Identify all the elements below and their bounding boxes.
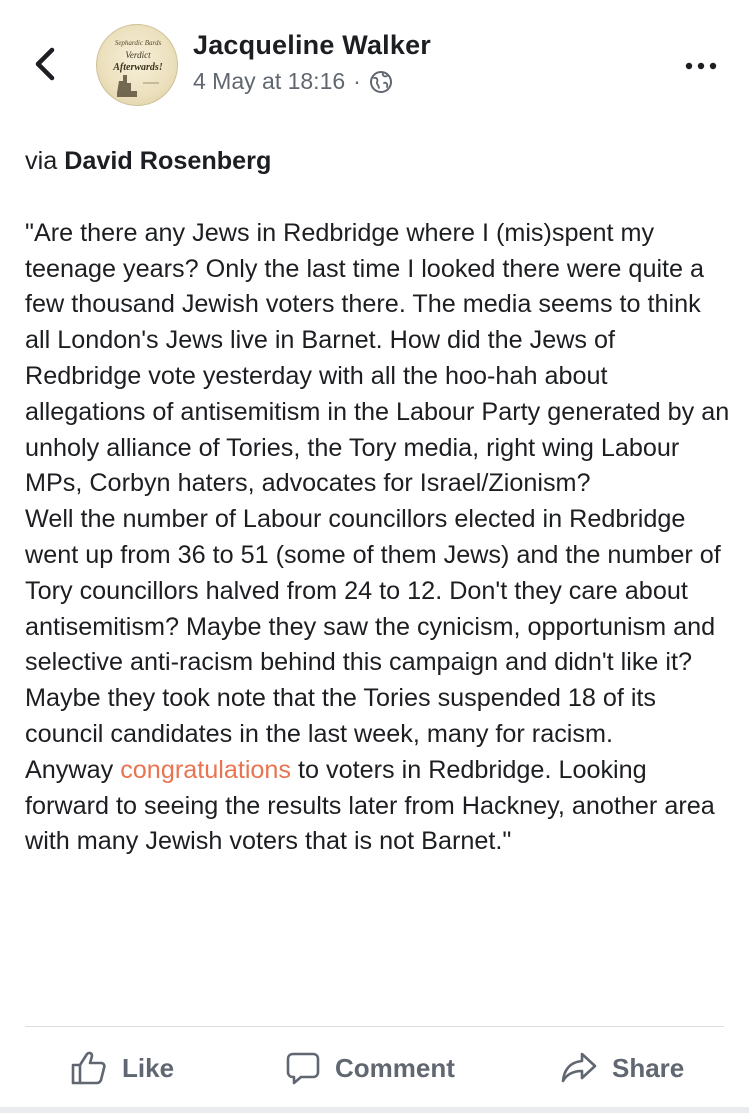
more-options-button[interactable] <box>683 56 719 76</box>
share-icon <box>561 1052 597 1083</box>
post-header: Sephardic Bards Verdict Afterwards! Jacq… <box>0 0 749 120</box>
chevron-left-icon <box>35 47 55 81</box>
via-prefix: via <box>25 147 58 175</box>
share-label: Share <box>612 1052 685 1083</box>
action-bar: Like Comment Share <box>0 1040 749 1100</box>
congratulations-link[interactable]: congratulations <box>120 756 291 784</box>
globe-icon <box>369 70 392 93</box>
like-label: Like <box>122 1052 175 1083</box>
author-name[interactable]: Jacqueline Walker <box>193 30 431 61</box>
svg-text:Afterwards!: Afterwards! <box>112 62 163 73</box>
divider <box>25 1026 724 1027</box>
post-timestamp[interactable]: 4 May at 18:16 <box>193 68 345 95</box>
post-meta: 4 May at 18:16 · <box>193 68 393 95</box>
post-body: "Are there any Jews in Redbridge where I… <box>25 216 731 860</box>
comment-button[interactable]: Comment <box>285 1050 455 1086</box>
svg-text:Sephardic Bards: Sephardic Bards <box>115 39 162 47</box>
comment-icon <box>286 1052 320 1085</box>
like-button[interactable]: Like <box>70 1050 174 1086</box>
post-content: via David Rosenberg "Are there any Jews … <box>25 144 731 860</box>
back-button[interactable] <box>28 44 64 84</box>
more-horizontal-icon <box>685 62 717 70</box>
share-button[interactable]: Share <box>560 1050 684 1086</box>
thumbs-up-icon <box>71 1051 106 1085</box>
via-name[interactable]: David Rosenberg <box>64 147 271 175</box>
svg-text:Verdict: Verdict <box>125 50 151 60</box>
bottom-separator <box>0 1107 749 1113</box>
meta-separator: · <box>353 68 361 94</box>
avatar-logo: Sephardic Bards Verdict Afterwards! <box>112 39 163 97</box>
avatar[interactable]: Sephardic Bards Verdict Afterwards! <box>96 24 178 106</box>
via-line: via David Rosenberg <box>25 144 731 180</box>
comment-label: Comment <box>335 1052 455 1083</box>
post-body-text-1: "Are there any Jews in Redbridge where I… <box>25 218 730 784</box>
